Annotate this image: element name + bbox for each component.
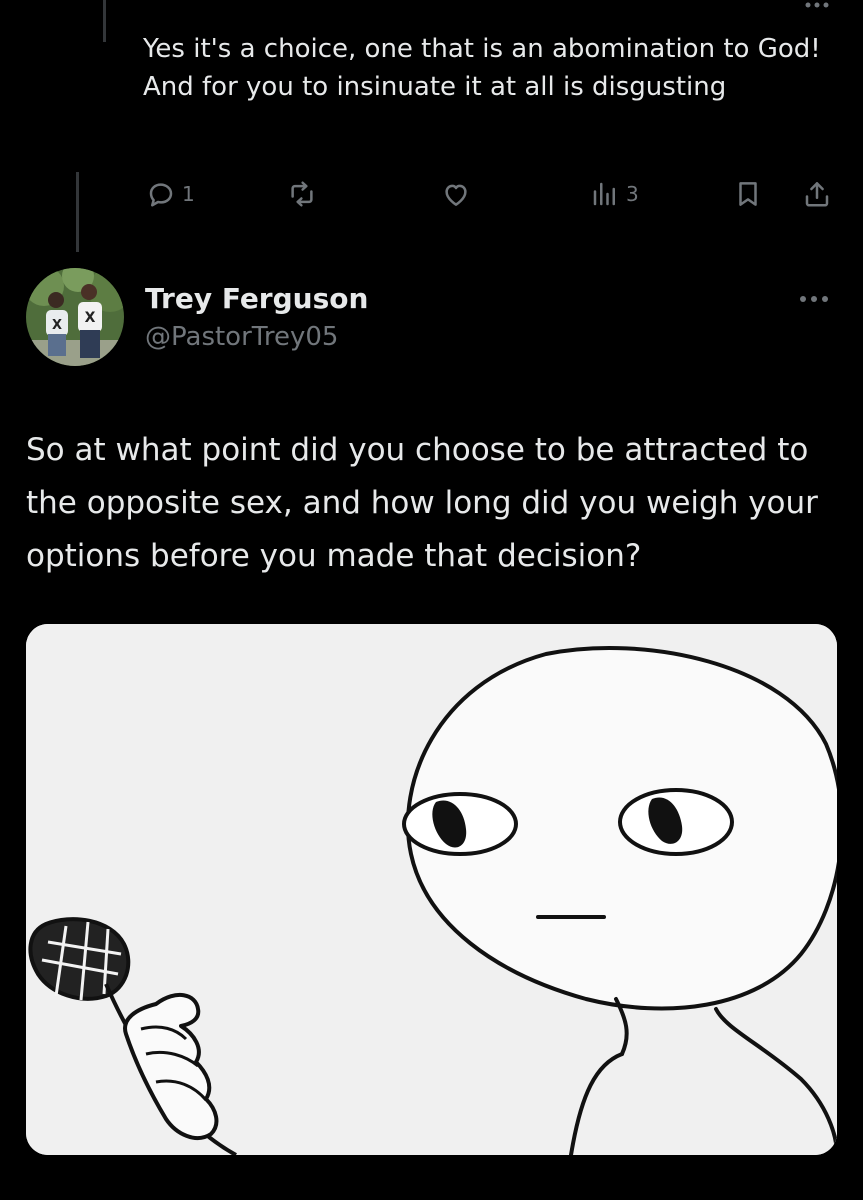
post-image[interactable] <box>26 624 837 1155</box>
repost-icon <box>291 181 313 207</box>
post-text: So at what point did you choose to be at… <box>26 432 818 574</box>
like-button[interactable] <box>441 174 477 214</box>
share-icon <box>805 182 829 207</box>
bookmark-button[interactable] <box>733 174 763 214</box>
heart-icon <box>445 184 467 206</box>
reply-action-bar: 1 3 <box>0 174 863 214</box>
analytics-bars-icon <box>593 182 615 206</box>
more-dots-icon[interactable] <box>800 0 836 14</box>
meme-character-illustration <box>26 624 837 1155</box>
share-button[interactable] <box>802 174 832 214</box>
thread-line <box>103 0 106 42</box>
author-name[interactable]: Trey Ferguson <box>145 282 368 315</box>
svg-text:X: X <box>52 318 62 333</box>
previous-reply-text: Yes it's a choice, one that is an abomin… <box>143 34 821 102</box>
svg-text:X: X <box>85 310 96 326</box>
avatar[interactable]: X X <box>26 268 124 366</box>
author-handle[interactable]: @PastorTrey05 <box>145 322 338 352</box>
views-count: 3 <box>626 182 639 206</box>
repost-button[interactable] <box>287 174 323 214</box>
comment-bubble-icon <box>149 183 173 207</box>
bookmark-icon <box>739 182 757 206</box>
more-dots-icon[interactable] <box>792 284 836 314</box>
reply-count: 1 <box>182 182 195 206</box>
views-button[interactable]: 3 <box>590 174 639 214</box>
reply-button[interactable]: 1 <box>146 174 195 214</box>
